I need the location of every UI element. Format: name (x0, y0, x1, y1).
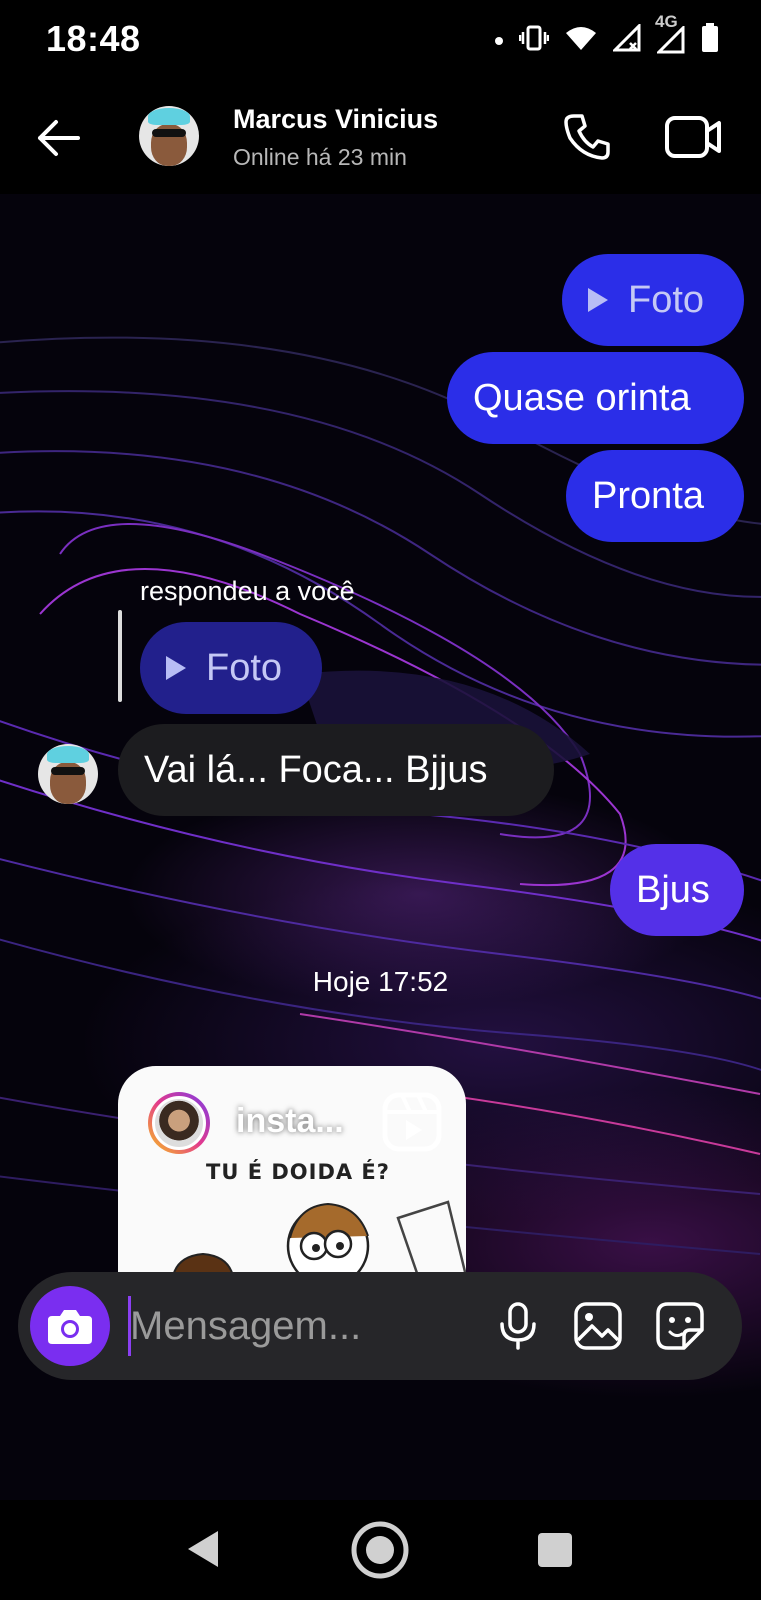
nav-recents-button[interactable] (538, 1533, 572, 1567)
status-icons: 4G (495, 12, 719, 59)
voice-call-button[interactable] (560, 110, 614, 164)
reply-label: respondeu a você (140, 576, 355, 606)
gallery-icon (574, 1302, 622, 1350)
back-arrow-icon (38, 120, 80, 156)
message-text: Foto (628, 278, 705, 321)
outgoing-photo-message[interactable]: Foto (562, 254, 744, 346)
contact-name[interactable]: Marcus Vinicius (233, 104, 438, 135)
play-icon (588, 288, 608, 312)
outgoing-message[interactable]: Bjus (610, 844, 744, 936)
gallery-button[interactable] (572, 1300, 624, 1352)
date-separator: Hoje 17:52 (312, 966, 449, 997)
meme-drawing (172, 1200, 466, 1276)
vibrate-icon (518, 25, 550, 56)
camera-icon (48, 1310, 92, 1344)
system-navigation-bar (0, 1500, 761, 1600)
video-camera-icon (665, 116, 721, 158)
camera-button[interactable] (30, 1286, 110, 1366)
play-icon (166, 656, 186, 680)
phone-icon (564, 114, 610, 160)
video-call-button[interactable] (664, 112, 724, 162)
message-text: Quase orinta (473, 376, 691, 419)
message-input[interactable] (130, 1294, 450, 1358)
message-text: Pronta (592, 474, 704, 517)
chat-header: Marcus Vinicius Online há 23 min (0, 80, 761, 194)
signal-no-service-icon (611, 22, 641, 57)
status-time: 18:48 (46, 18, 141, 59)
nav-home-button[interactable] (350, 1520, 410, 1580)
contact-status: Online há 23 min (233, 144, 407, 170)
battery-icon (701, 23, 719, 58)
voice-message-button[interactable] (492, 1300, 544, 1352)
sender-avatar[interactable] (38, 744, 98, 804)
signal-icon: 4G (655, 12, 685, 59)
reply-indicator-line (118, 610, 122, 702)
outgoing-message[interactable]: Quase orinta (447, 352, 744, 444)
back-button[interactable] (30, 110, 86, 166)
notification-dot-icon (495, 36, 503, 45)
nav-home-icon (351, 1521, 409, 1579)
contact-avatar[interactable] (139, 106, 199, 166)
nav-back-icon (188, 1531, 218, 1567)
sticker-button[interactable] (654, 1300, 706, 1352)
microphone-icon (500, 1302, 536, 1350)
message-text: Vai lá... Foca... Bjjus (144, 748, 488, 791)
replied-to-photo[interactable]: Foto (140, 622, 322, 714)
incoming-message[interactable]: Vai lá... Foca... Bjjus (118, 724, 554, 816)
reply-preview-text: Foto (206, 646, 283, 689)
shared-reel-card[interactable]: insta... TU É DOIDA É? (118, 1066, 466, 1276)
message-text: Bjus (636, 868, 710, 911)
nav-back-button[interactable] (184, 1528, 224, 1570)
sticker-icon (656, 1302, 704, 1350)
message-composer (18, 1272, 742, 1380)
status-bar: 18:48 4G (0, 0, 761, 80)
network-type: 4G (655, 12, 678, 31)
outgoing-message[interactable]: Pronta (566, 450, 744, 542)
wifi-icon (565, 25, 597, 56)
